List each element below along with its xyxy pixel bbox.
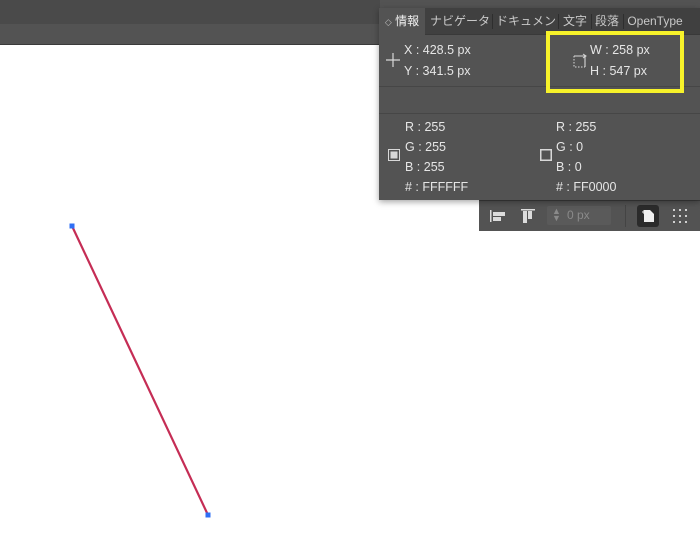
artboard-icon (642, 210, 654, 222)
fill-swatch-icon (388, 149, 400, 164)
x-position-readout: X : 428.5 px (404, 43, 471, 57)
size-highlight-box (546, 31, 684, 93)
x-label: X (404, 43, 413, 57)
stroke-width-stepper[interactable]: ▲ ▼ 0 px (547, 206, 611, 225)
grid-dots-icon[interactable] (669, 206, 691, 226)
stepper-arrows-icon[interactable]: ▲ ▼ (552, 207, 561, 223)
collapse-icon[interactable]: ◇ (385, 17, 392, 27)
tab-opentype-label: OpenType (627, 14, 683, 28)
tab-paragraph-label: 段落 (594, 14, 619, 28)
tab-divider (492, 14, 493, 29)
properties-toolbar: ▲ ▼ 0 px (479, 200, 700, 231)
stroke-r-value: R : 255 (556, 120, 597, 134)
panel-divider (379, 113, 700, 114)
fill-r-value: R : 255 (405, 120, 446, 134)
tab-document-label: ドキュメン (495, 14, 556, 28)
x-value: 428.5 px (422, 43, 471, 57)
artboard-mode-button[interactable] (637, 205, 659, 227)
anchor-point-bottom[interactable] (205, 512, 211, 518)
tab-character-label: 文字 (562, 14, 587, 28)
stroke-hex-value: # : FF0000 (556, 180, 617, 194)
tab-navigator[interactable]: ナビゲータ (429, 8, 491, 35)
fill-g-value: G : 255 (405, 140, 446, 154)
toolbar-divider (625, 205, 626, 227)
fill-hex-value: # : FFFFFF (405, 180, 469, 194)
tab-divider (558, 14, 559, 29)
align-top-icon[interactable] (517, 206, 539, 226)
stroke-width-value: 0 px (567, 208, 590, 222)
stroke-b-value: B : 0 (556, 160, 582, 174)
fill-b-value: B : 255 (405, 160, 445, 174)
y-position-readout: Y : 341.5 px (404, 64, 471, 78)
selected-line-path[interactable] (71, 225, 209, 516)
y-value: 341.5 px (422, 64, 471, 78)
crosshair-icon (386, 53, 400, 70)
tab-navigator-label: ナビゲータ (429, 14, 490, 28)
stroke-g-value: G : 0 (556, 140, 584, 154)
tab-info[interactable]: ◇ 情報 (379, 8, 425, 35)
y-label: Y (404, 64, 413, 78)
tab-info-label: 情報 (395, 14, 420, 28)
stroke-swatch-icon (540, 149, 552, 164)
align-left-icon[interactable] (487, 206, 509, 226)
anchor-point-top[interactable] (69, 223, 75, 229)
